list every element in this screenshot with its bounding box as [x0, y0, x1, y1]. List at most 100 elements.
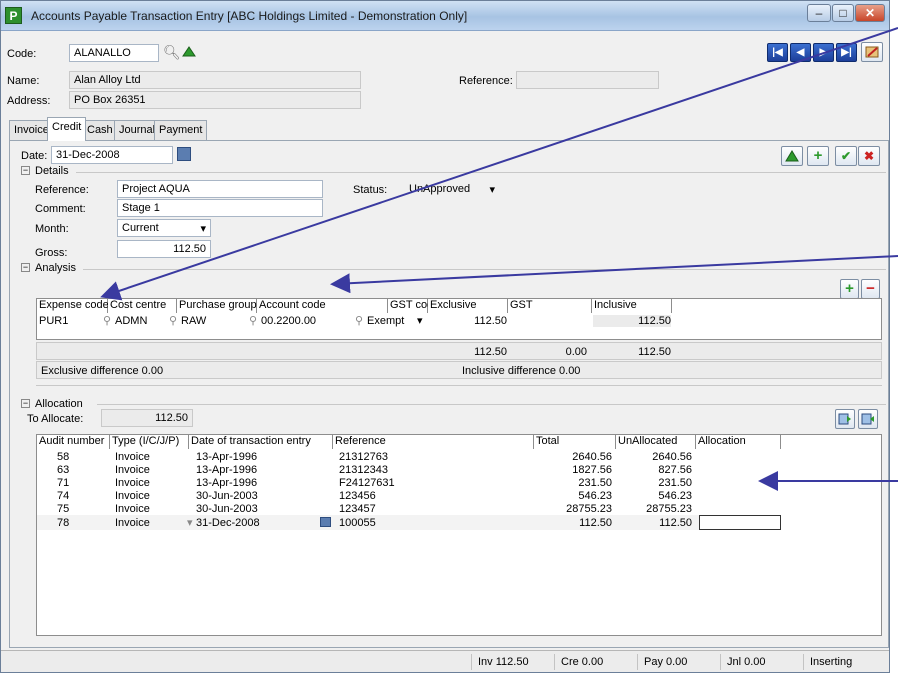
col-date-of-transaction[interactable]: Date of transaction entry [189, 435, 333, 449]
allocation-divider [97, 404, 886, 405]
col-account-code[interactable]: Account code [257, 299, 388, 313]
table-row[interactable]: 75 Invoice 30-Jun-2003 123457 28755.23 2… [37, 503, 781, 515]
calendar-icon[interactable] [177, 147, 191, 161]
lookup-icon[interactable]: ⚲ [169, 314, 177, 327]
difference-row: Exclusive difference 0.00 Inclusive diff… [36, 361, 882, 379]
col-cost-centre[interactable]: Cost centre [108, 299, 177, 313]
to-allocate-value: 112.50 [101, 409, 193, 427]
col-exclusive[interactable]: Exclusive [428, 299, 508, 313]
cancel-x-icon[interactable]: ✖︎ [858, 146, 880, 166]
table-row[interactable]: 63 Invoice 13-Apr-1996 21312343 1827.56 … [37, 464, 781, 476]
status-select[interactable]: UnApproved ▾ [404, 180, 500, 198]
cell-unallocated: 112.50 [659, 517, 692, 529]
cell-cost-centre[interactable]: ADMN [115, 315, 147, 327]
analysis-divider [83, 269, 886, 270]
add-line-icon[interactable]: + [840, 279, 859, 299]
status-label: Status: [353, 184, 388, 196]
col-type[interactable]: Type (I/C/J/P) [110, 435, 189, 449]
analysis-collapse-icon[interactable]: − [21, 263, 30, 272]
status-jnl: Jnl 0.00 [720, 654, 802, 670]
cell-exclusive[interactable]: 112.50 [437, 315, 507, 327]
edit-record-icon[interactable] [861, 42, 883, 62]
table-row[interactable]: 58 Invoice 13-Apr-1996 21312763 2640.56 … [37, 451, 781, 463]
analysis-section-label: Analysis [35, 262, 76, 274]
code-lookup-icon[interactable]: 🔍︎ [163, 44, 181, 61]
chevron-down-icon[interactable]: ▾ [417, 314, 423, 327]
reference-value [516, 71, 659, 89]
main-window: P Accounts Payable Transaction Entry [AB… [0, 0, 890, 673]
next-record-button[interactable]: ▶ [813, 43, 834, 62]
details-collapse-icon[interactable]: − [21, 166, 30, 175]
last-record-button[interactable]: ▶| [836, 43, 857, 62]
cell-account-code[interactable]: 00.2200.00 [261, 315, 316, 327]
comment-field[interactable]: Stage 1 [117, 199, 323, 217]
gross-field[interactable]: 112.50 [117, 240, 211, 258]
status-select-value: UnApproved [409, 183, 471, 195]
name-value: Alan Alloy Ltd [69, 71, 361, 89]
col-reference[interactable]: Reference [333, 435, 534, 449]
delete-line-icon[interactable]: − [861, 279, 880, 299]
tab-credit[interactable]: Credit [47, 117, 87, 141]
col-purchase-group[interactable]: Purchase group [177, 299, 257, 313]
lookup-icon[interactable]: ⚲ [249, 314, 257, 327]
title-bar: P Accounts Payable Transaction Entry [AB… [1, 1, 889, 31]
import-icon[interactable] [858, 409, 878, 429]
month-select[interactable]: Current ▾ [117, 219, 211, 237]
code-field[interactable]: ALANALLO [69, 44, 159, 62]
status-pay: Pay 0.00 [637, 654, 719, 670]
col-expense-code[interactable]: Expense code [37, 299, 109, 313]
lookup-icon[interactable]: ⚲ [103, 314, 111, 327]
allocation-input[interactable] [699, 515, 781, 530]
address-label: Address: [7, 95, 51, 107]
cell-reference: 21312343 [339, 464, 388, 476]
analysis-totals-row: 112.50 0.00 112.50 [36, 342, 882, 360]
open-account-icon[interactable] [181, 44, 197, 60]
col-inclusive[interactable]: Inclusive [592, 299, 672, 313]
maximize-button[interactable]: □ [832, 4, 854, 22]
calendar-icon[interactable] [320, 517, 331, 527]
tab-payment[interactable]: Payment [154, 120, 208, 140]
col-allocation[interactable]: Allocation [696, 435, 781, 449]
cell-gst-code[interactable]: Exempt [367, 315, 404, 327]
close-window-button[interactable]: ✕ [855, 4, 885, 22]
col-unallocated[interactable]: UnAllocated [616, 435, 696, 449]
table-row[interactable]: 74 Invoice 30-Jun-2003 123456 546.23 546… [37, 490, 781, 502]
table-row[interactable]: 71 Invoice 13-Apr-1996 F24127631 231.50 … [37, 477, 781, 489]
previous-record-button[interactable]: ◀ [790, 43, 811, 62]
cell-date: 30-Jun-2003 [196, 490, 258, 502]
app-icon: P [5, 7, 22, 24]
col-gst-code[interactable]: GST code [388, 299, 439, 313]
window-title: Accounts Payable Transaction Entry [ABC … [31, 9, 468, 23]
allocation-grid: Audit number Type (I/C/J/P) Date of tran… [36, 434, 882, 636]
table-row[interactable]: 78 Invoice ▾ 31-Dec-2008 100055 112.50 1… [37, 515, 781, 530]
form-reference-field[interactable]: Project AQUA [117, 180, 323, 198]
col-gst[interactable]: GST [508, 299, 592, 313]
cell-unallocated: 28755.23 [646, 503, 692, 515]
cell-unallocated: 827.56 [658, 464, 692, 476]
allocation-collapse-icon[interactable]: − [21, 399, 30, 408]
chevron-down-icon[interactable]: ▾ [187, 516, 193, 529]
cell-reference: 123456 [339, 490, 376, 502]
month-label: Month: [35, 223, 69, 235]
status-bar: Inv 112.50 Cre 0.00 Pay 0.00 Jnl 0.00 In… [1, 650, 889, 672]
cell-expense-code[interactable]: PUR1 [39, 315, 68, 327]
cell-purchase-group[interactable]: RAW [181, 315, 206, 327]
save-check-icon[interactable]: ✔︎ [835, 146, 857, 166]
cell-reference: 123457 [339, 503, 376, 515]
export-icon[interactable] [835, 409, 855, 429]
add-icon[interactable]: + [807, 146, 829, 166]
tab-cash[interactable]: Cash [82, 120, 118, 140]
status-inv: Inv 112.50 [471, 654, 553, 670]
chevron-down-icon: ▾ [200, 223, 206, 235]
col-total[interactable]: Total [534, 435, 616, 449]
cell-type: Invoice [115, 477, 150, 489]
minimize-button[interactable]: – [807, 4, 831, 22]
analysis-bottom-divider [36, 385, 882, 386]
code-label: Code: [7, 48, 37, 60]
date-field[interactable]: 31-Dec-2008 [51, 146, 173, 164]
lookup-icon[interactable]: ⚲ [355, 314, 363, 327]
first-record-button[interactable]: |◀ [767, 43, 788, 62]
cell-audit: 74 [57, 490, 70, 502]
col-audit-number[interactable]: Audit number [37, 435, 110, 449]
open-document-icon[interactable] [781, 146, 803, 166]
